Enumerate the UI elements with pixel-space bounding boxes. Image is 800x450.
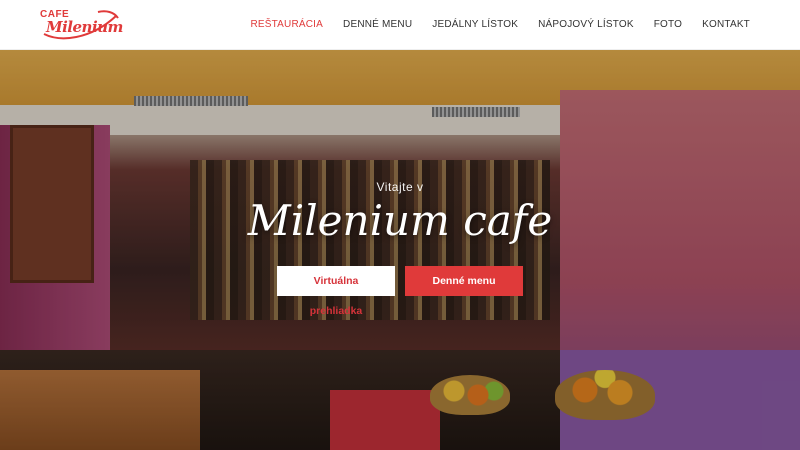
cafe-milenium-logo[interactable]: CAFE Milenium bbox=[40, 8, 123, 42]
site-header: CAFE Milenium REŠTAURÁCIA DENNÉ MENU JED… bbox=[0, 0, 800, 50]
daily-menu-button[interactable]: Denné menu bbox=[405, 266, 523, 296]
hero-section: Vitajte v Milenium cafe Virtuálna prehli… bbox=[0, 50, 800, 450]
hero-buttons: Virtuálna prehliadka Denné menu bbox=[0, 266, 800, 317]
nav-item-denne-menu[interactable]: DENNÉ MENU bbox=[333, 0, 422, 50]
main-nav: REŠTAURÁCIA DENNÉ MENU JEDÁLNY LÍSTOK NÁ… bbox=[240, 0, 760, 50]
nav-item-foto[interactable]: FOTO bbox=[644, 0, 692, 50]
nav-item-restauracia[interactable]: REŠTAURÁCIA bbox=[240, 0, 333, 50]
hero-content: Vitajte v Milenium cafe Virtuálna prehli… bbox=[0, 180, 800, 317]
logo-milenium-text: Milenium bbox=[46, 17, 123, 36]
nav-item-jedalny-listok[interactable]: JEDÁLNY LÍSTOK bbox=[422, 0, 528, 50]
virtual-tour-button[interactable]: Virtuálna prehliadka bbox=[277, 266, 395, 317]
hero-welcome-text: Vitajte v bbox=[376, 180, 424, 194]
nav-item-kontakt[interactable]: KONTAKT bbox=[692, 0, 760, 50]
nav-item-napojovy-listok[interactable]: NÁPOJOVÝ LÍSTOK bbox=[528, 0, 644, 50]
hero-title: Milenium cafe bbox=[247, 196, 553, 245]
